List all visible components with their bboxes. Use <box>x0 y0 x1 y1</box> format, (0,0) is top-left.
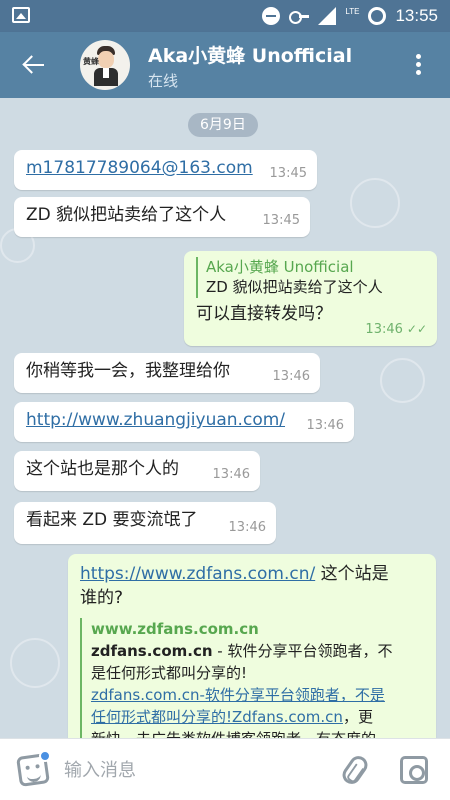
sync-icon <box>368 7 387 25</box>
new-sticker-dot <box>39 750 51 762</box>
preview-description-line: 任何形式都叫分享的!Zdfans.com.cn，更 <box>91 708 373 726</box>
message-list[interactable]: 6月9日 m17817789064@163.com 13:45 ZD 貌似把站卖… <box>0 98 450 738</box>
background-doodle <box>350 178 400 228</box>
avatar-face <box>98 51 114 68</box>
background-doodle <box>380 358 425 403</box>
avatar-shirt <box>103 68 109 78</box>
message-time: 13:46 <box>306 418 344 433</box>
message-bubble-outgoing[interactable]: https://www.zdfans.com.cn/ 这个站是 谁的? www.… <box>68 554 436 738</box>
message-time: 13:45 <box>262 213 300 228</box>
clock: 13:55 <box>395 6 438 25</box>
reply-author: Aka小黄蜂 Unofficial <box>206 258 354 276</box>
message-input[interactable] <box>64 753 324 787</box>
vpn-key-icon <box>289 10 310 24</box>
message-text: 这个站也是那个人的 <box>26 459 179 479</box>
message-time-with-ticks: 13:46 ✓✓ <box>365 322 427 337</box>
message-bubble-incoming[interactable]: 看起来 ZD 要变流氓了 13:46 <box>14 502 276 544</box>
message-bubble-incoming[interactable]: http://www.zhuangjiyuan.com/ 13:46 <box>14 402 354 442</box>
more-menu-icon[interactable] <box>416 54 422 76</box>
message-bubble-outgoing[interactable]: Aka小黄蜂 Unofficial ZD 貌似把站卖给了这个人 可以直接转发吗？… <box>184 251 437 346</box>
preview-site-name: www.zdfans.com.cn <box>91 620 259 638</box>
network-type: LTE <box>345 6 360 16</box>
message-text: 看起来 ZD 要变流氓了 <box>26 510 198 530</box>
image-notification-icon <box>12 7 30 23</box>
chat-title[interactable]: Aka小黄蜂 Unofficial <box>148 41 352 68</box>
camera-icon[interactable] <box>400 756 428 784</box>
attach-paperclip-icon[interactable] <box>339 752 371 788</box>
message-text: ZD 貌似把站卖给了这个人 <box>26 205 227 225</box>
message-bubble-incoming[interactable]: ZD 貌似把站卖给了这个人 13:45 <box>14 197 310 237</box>
message-time: 13:46 <box>228 520 266 535</box>
online-status: 在线 <box>148 72 179 90</box>
signal-icon <box>318 7 337 25</box>
do-not-disturb-icon <box>262 7 281 25</box>
back-arrow-icon[interactable] <box>22 54 46 76</box>
message-bubble-incoming[interactable]: m17817789064@163.com 13:45 <box>14 150 317 190</box>
date-separator: 6月9日 <box>188 113 258 137</box>
preview-title: zdfans.com.cn - 软件分享平台领跑者，不 <box>91 642 393 660</box>
background-doodle <box>10 638 60 688</box>
avatar-badge: 黄蜂 <box>83 57 99 66</box>
status-bar: LTE 13:55 <box>0 0 450 32</box>
reply-text: ZD 貌似把站卖给了这个人 <box>206 278 383 296</box>
message-text: 可以直接转发吗？ <box>196 304 332 324</box>
message-text: 你稍等我一会，我整理给你 <box>26 361 230 381</box>
message-bubble-incoming[interactable]: 这个站也是那个人的 13:46 <box>14 451 260 491</box>
compose-bar <box>0 738 450 800</box>
message-time: 13:46 <box>272 369 310 384</box>
message-bubble-incoming[interactable]: 你稍等我一会，我整理给你 13:46 <box>14 353 320 393</box>
chat-header: 黄蜂 Aka小黄蜂 Unofficial 在线 <box>0 32 450 98</box>
reply-quote[interactable]: Aka小黄蜂 Unofficial ZD 貌似把站卖给了这个人 <box>196 257 425 298</box>
preview-title-line2: 是任何形式都叫分享的! <box>91 664 248 682</box>
message-text-line: https://www.zdfans.com.cn/ 这个站是 <box>80 564 389 584</box>
zdfans-link[interactable]: https://www.zdfans.com.cn/ <box>80 564 315 584</box>
preview-description-cut: 新快，去广告类软件博客领跑者。有态度的 <box>91 728 424 738</box>
message-time: 13:45 <box>269 166 307 181</box>
url-link[interactable]: http://www.zhuangjiyuan.com/ <box>26 410 285 430</box>
avatar[interactable]: 黄蜂 <box>80 40 130 90</box>
status-bar-icons: LTE 13:55 <box>262 5 438 27</box>
message-time: 13:46 <box>212 467 250 482</box>
read-check-icon: ✓✓ <box>406 322 427 336</box>
link-preview[interactable]: www.zdfans.com.cn zdfans.com.cn - 软件分享平台… <box>80 618 424 738</box>
message-text-line: 谁的? <box>80 588 124 608</box>
email-link[interactable]: m17817789064@163.com <box>26 158 253 178</box>
preview-description-link[interactable]: zdfans.com.cn-软件分享平台领跑者，不是 <box>91 684 424 706</box>
